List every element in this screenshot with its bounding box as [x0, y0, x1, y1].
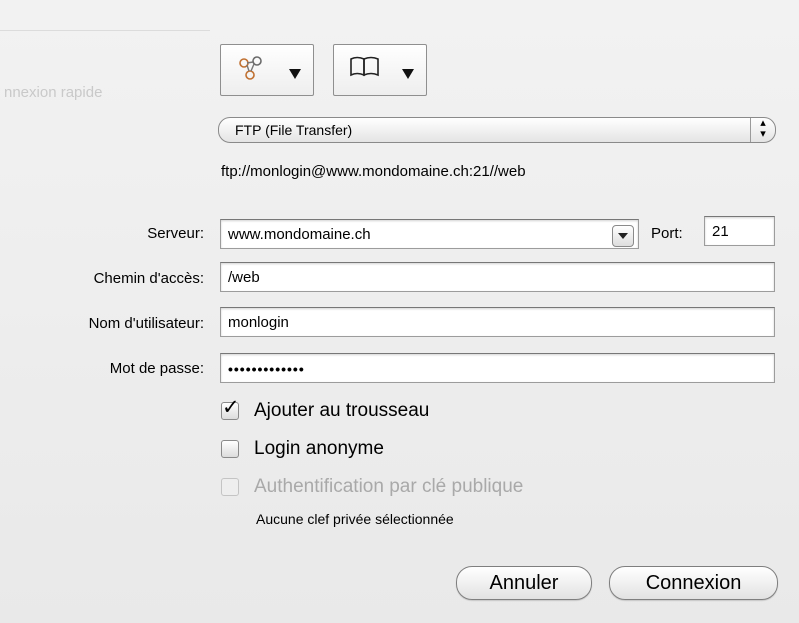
server-field[interactable]: www.mondomaine.ch [220, 219, 639, 249]
protocol-selected-label: FTP (File Transfer) [235, 122, 353, 138]
checkbox-box [221, 440, 239, 458]
port-label: Port: [651, 225, 683, 242]
password-field[interactable]: ••••••••••••• [220, 353, 775, 383]
book-icon [348, 55, 382, 84]
bookmark-popup-button[interactable] [220, 44, 314, 96]
url-preview: ftp://monlogin@www.mondomaine.ch:21//web [221, 163, 526, 180]
anonymous-login-label: Login anonyme [254, 438, 384, 459]
port-field[interactable]: 21 [704, 216, 775, 246]
book-popup-button[interactable] [333, 44, 427, 96]
private-key-status: Aucune clef privée sélectionnée [256, 511, 454, 527]
public-key-auth-label: Authentification par clé publique [254, 476, 524, 497]
background-divider [0, 30, 210, 31]
chevron-down-icon [402, 69, 414, 79]
password-label: Mot de passe: [109, 360, 204, 377]
checkmark-icon: ✓ [222, 396, 240, 419]
chevron-down-icon [289, 69, 301, 79]
username-field[interactable]: monlogin [220, 307, 775, 337]
background-window-title: nnexion rapide [4, 84, 103, 101]
server-label: Serveur: [147, 225, 204, 242]
protocol-select[interactable]: FTP (File Transfer) ▴ ▾ [218, 117, 776, 143]
cancel-button[interactable]: Annuler [456, 566, 592, 600]
bookmark-network-icon [235, 55, 269, 90]
updown-arrows-icon: ▴ ▾ [750, 118, 775, 142]
path-field[interactable]: /web [220, 262, 775, 292]
checkbox-box [221, 478, 239, 496]
connect-button[interactable]: Connexion [609, 566, 778, 600]
connection-sheet: nnexion rapide FTP (File Transfer) ▴ ▾ ft… [0, 0, 799, 623]
username-label: Nom d'utilisateur: [88, 315, 204, 332]
path-label: Chemin d'accès: [93, 270, 204, 287]
keychain-label: Ajouter au trousseau [254, 400, 430, 421]
server-history-dropdown[interactable] [612, 225, 634, 247]
